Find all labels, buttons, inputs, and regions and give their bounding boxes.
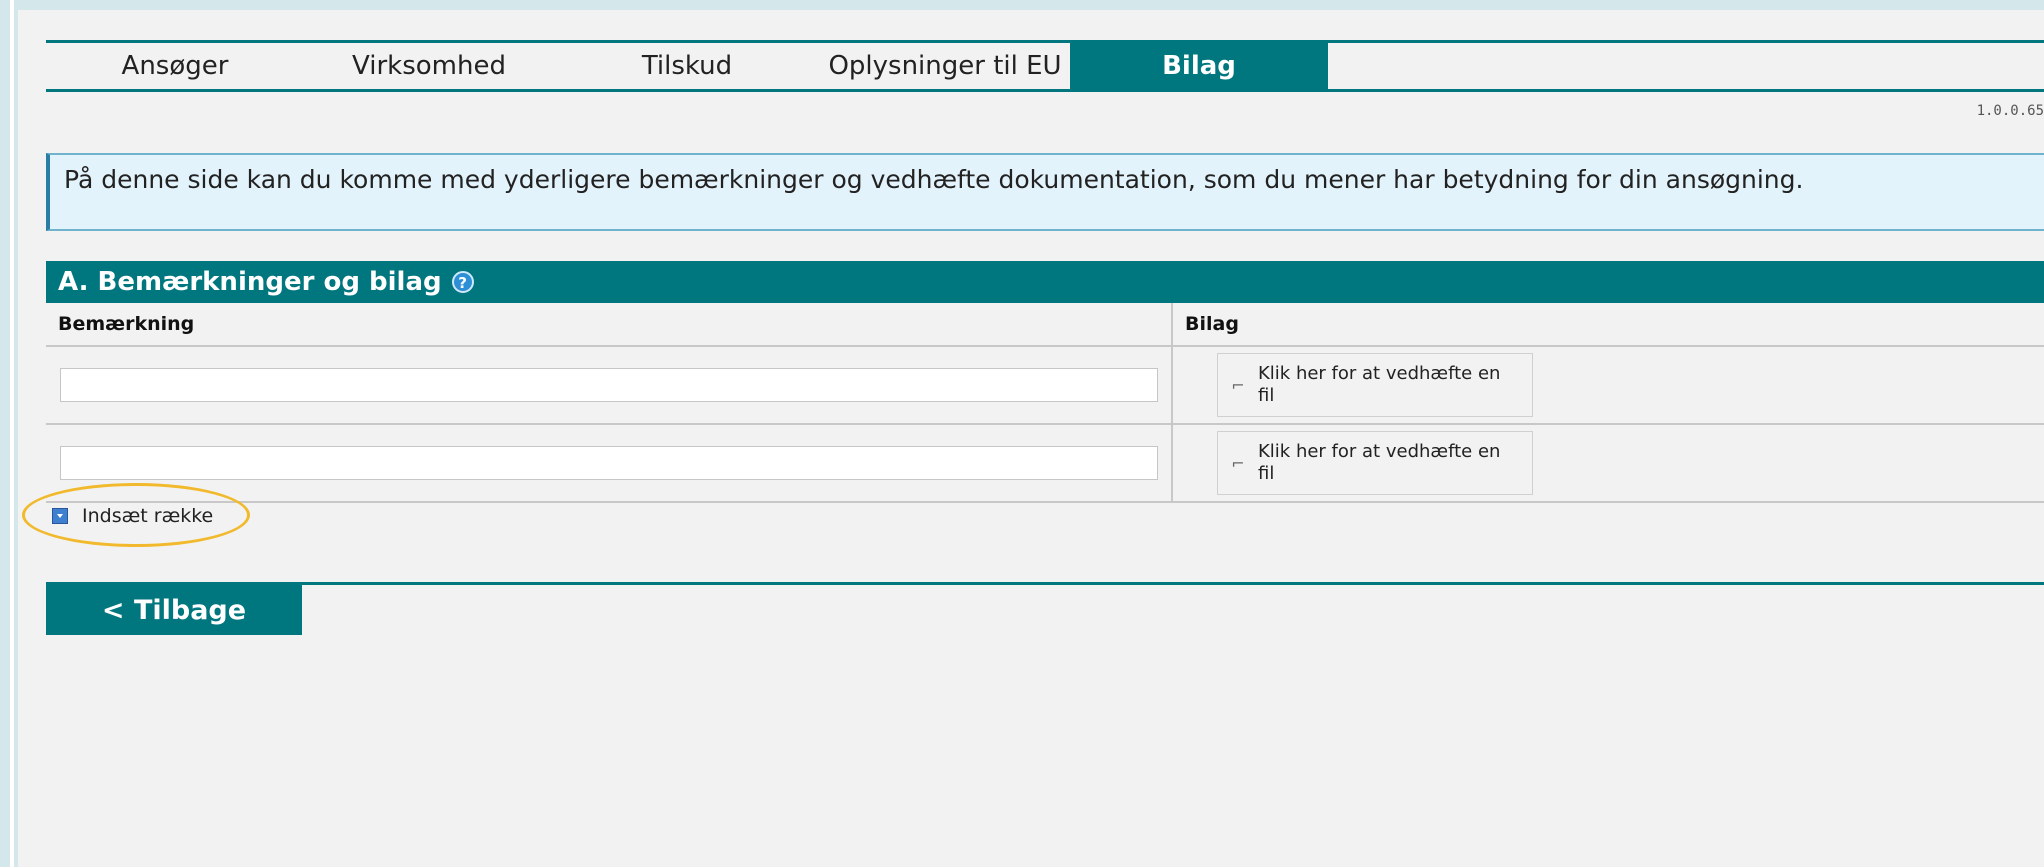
section-title: A. Bemærkninger og bilag	[58, 267, 442, 297]
back-button[interactable]: < Tilbage	[46, 585, 302, 635]
column-header-remark: Bemærkning	[46, 303, 1172, 347]
tab-virksomhed[interactable]: Virksomhed	[304, 43, 554, 89]
highlight-ellipse	[22, 483, 250, 547]
table-row: ⌐ Klik her for at vedhæfte en fil	[46, 346, 2044, 425]
paperclip-icon: ⌐	[1231, 375, 1245, 395]
left-margin	[0, 0, 10, 867]
table-header-row: Bemærkning Bilag	[46, 303, 2044, 347]
paperclip-icon: ⌐	[1231, 453, 1245, 473]
tab-ansoger[interactable]: Ansøger	[46, 43, 304, 89]
section-header: A. Bemærkninger og bilag ?	[46, 261, 2044, 303]
tab-bilag[interactable]: Bilag	[1070, 43, 1328, 89]
info-box: På denne side kan du komme med yderliger…	[46, 153, 2044, 231]
tab-bar: Ansøger Virksomhed Tilskud Oplysninger t…	[46, 40, 2044, 92]
remark-input[interactable]	[60, 368, 1158, 402]
remark-input[interactable]	[60, 446, 1158, 480]
remarks-table: Bemærkning Bilag ⌐ Klik her for at vedhæ…	[46, 303, 2044, 503]
tab-oplysninger-til-eu[interactable]: Oplysninger til EU	[820, 43, 1070, 89]
attach-file-label: Klik her for at vedhæfte en fil	[1258, 441, 1501, 484]
tab-tilskud[interactable]: Tilskud	[554, 43, 820, 89]
table-row: ⌐ Klik her for at vedhæfte en fil	[46, 424, 2044, 503]
column-header-attachment: Bilag	[1171, 303, 2044, 347]
footer-divider	[46, 582, 2044, 585]
version-label: 1.0.0.65	[1976, 103, 2044, 119]
attach-file-button[interactable]: ⌐ Klik her for at vedhæfte en fil	[1217, 353, 1533, 417]
left-divider	[10, 0, 14, 867]
attach-file-button[interactable]: ⌐ Klik her for at vedhæfte en fil	[1217, 431, 1533, 495]
attach-file-label: Klik her for at vedhæfte en fil	[1258, 363, 1501, 406]
help-icon[interactable]: ?	[451, 271, 474, 293]
